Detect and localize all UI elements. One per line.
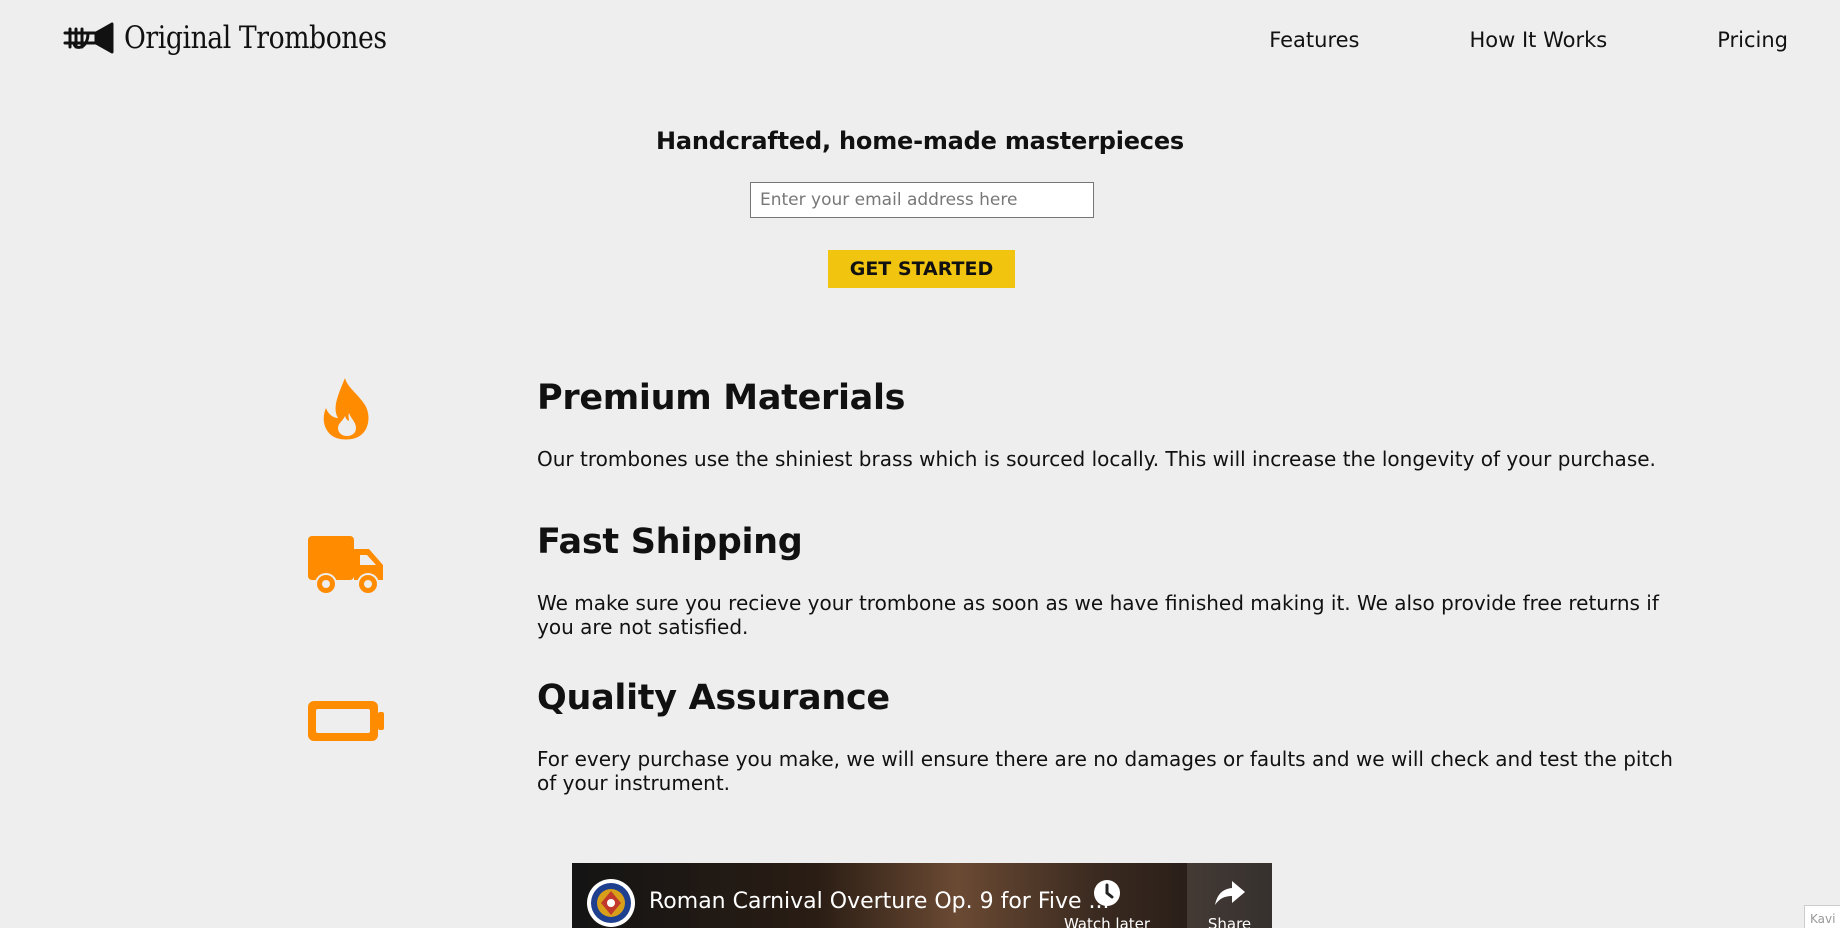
feature-desc-premium-materials: Our trombones use the shiniest brass whi… — [537, 447, 1656, 471]
email-input[interactable] — [750, 182, 1094, 218]
video-embed[interactable]: Roman Carnival Overture Op. 9 for Five .… — [572, 863, 1272, 928]
share-arrow-icon — [1214, 881, 1245, 905]
fire-icon — [323, 378, 369, 440]
page: Original Trombones Features How It Works… — [0, 0, 1840, 928]
brand-name: Original Trombones — [124, 20, 387, 56]
battery-icon — [308, 701, 384, 741]
feature-desc-fast-shipping: We make sure you recieve your trombone a… — [537, 591, 1659, 639]
watch-later-button[interactable]: Watch later — [1062, 879, 1152, 928]
channel-avatar[interactable] — [587, 879, 635, 927]
logo[interactable]: Original Trombones — [62, 18, 429, 58]
share-label: Share — [1207, 915, 1252, 928]
truck-icon — [308, 536, 383, 595]
corner-widget[interactable]: Kavi — [1804, 905, 1840, 928]
get-started-button[interactable]: GET STARTED — [828, 250, 1015, 288]
feature-title-premium-materials: Premium Materials — [537, 378, 906, 418]
watch-later-label: Watch later — [1063, 915, 1151, 928]
feature-title-quality-assurance: Quality Assurance — [537, 678, 890, 718]
nav-link-features[interactable]: Features — [1269, 28, 1359, 52]
header: Original Trombones Features How It Works… — [0, 0, 1840, 80]
video-title[interactable]: Roman Carnival Overture Op. 9 for Five .… — [649, 889, 1110, 914]
hero-title: Handcrafted, home-made masterpieces — [655, 127, 1185, 155]
share-button[interactable]: Share — [1187, 863, 1272, 928]
feature-desc-quality-assurance: For every purchase you make, we will ens… — [537, 747, 1673, 795]
nav-link-how-it-works[interactable]: How It Works — [1469, 28, 1607, 52]
main-nav: Features How It Works Pricing — [1269, 28, 1788, 52]
nav-link-pricing[interactable]: Pricing — [1717, 28, 1788, 52]
trombone-icon — [63, 22, 114, 54]
feature-title-fast-shipping: Fast Shipping — [537, 522, 803, 562]
emblem-icon — [591, 883, 631, 923]
clock-icon — [1094, 880, 1120, 906]
